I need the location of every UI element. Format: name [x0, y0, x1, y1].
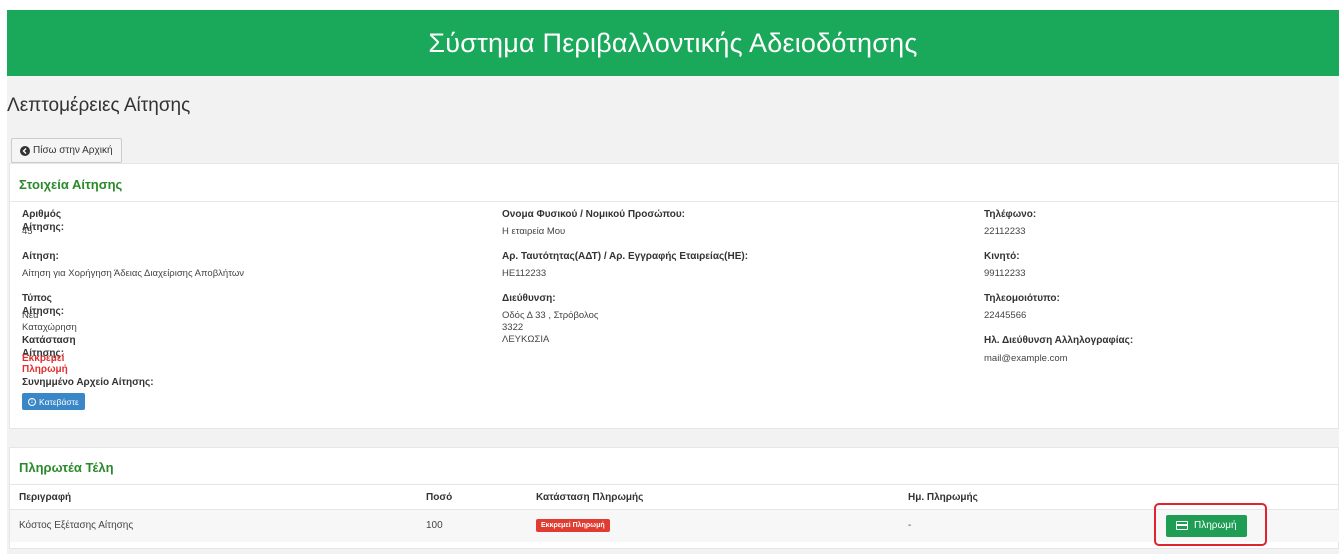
application-details-panel: Στοιχεία Αίτησης Αριθμός Αίτησης: 45 Αίτ…	[9, 163, 1339, 429]
status-pending-payment: Εκκρεμεί Πληρωμή	[22, 353, 68, 375]
cell-action: Πληρωμή	[1166, 509, 1339, 542]
field-id-number: Αρ. Ταυτότητας(ΑΔΤ) / Αρ. Εγγραφής Εταιρ…	[502, 250, 902, 280]
cell-payment-status: Εκκρεμεί Πληρωμή	[527, 509, 899, 542]
fees-panel: Πληρωτέα Τέλη Περιγραφή Ποσό Κατάσταση Π…	[9, 447, 1339, 549]
field-phone: Τηλέφωνο: 22112233	[984, 208, 1284, 238]
field-email: Ηλ. Διεύθυνση Αλληλογραφίας: mail@exampl…	[984, 334, 1284, 365]
column-header-payment-status: Κατάσταση Πληρωμής	[527, 484, 899, 510]
field-label: Διεύθυνση:	[502, 293, 556, 304]
column-header-description: Περιγραφή	[10, 484, 417, 510]
field-application-number: Αριθμός Αίτησης: 45	[22, 208, 64, 238]
pay-button[interactable]: Πληρωμή	[1166, 514, 1247, 537]
arrow-left-circle-icon	[20, 145, 30, 156]
table-header-row: Περιγραφή Ποσό Κατάσταση Πληρωμής Ημ. Πλ…	[10, 484, 1339, 510]
field-label: Κατάσταση Αίτησης:	[22, 335, 76, 359]
address-line-3: ΛΕΥΚΩΣΙΑ	[502, 334, 550, 345]
field-label: Τύπος Αίτησης:	[22, 293, 65, 317]
field-value: 22445566	[984, 310, 1027, 321]
download-button-label: Κατεβάστε	[39, 396, 79, 407]
field-label: Αίτηση:	[22, 251, 59, 262]
column-header-amount: Ποσό	[417, 484, 527, 510]
app-title: Σύστημα Περιβαλλοντικής Αδειοδότησης	[428, 27, 918, 58]
field-mobile: Κινητό: 99112233	[984, 250, 1284, 280]
field-address: Διεύθυνση: Οδός Δ 33 , Στρόβολος 3322 ΛΕ…	[502, 292, 802, 346]
column-header-action	[1169, 484, 1339, 510]
download-circle-icon: ↓	[28, 397, 36, 406]
status-badge: Εκκρεμεί Πληρωμή	[536, 519, 610, 533]
field-value: mail@example.com	[984, 353, 1068, 364]
fees-table: Περιγραφή Ποσό Κατάσταση Πληρωμής Ημ. Πλ…	[10, 484, 1339, 542]
details-panel-title: Στοιχεία Αίτησης	[19, 177, 123, 192]
cell-amount: 100	[417, 509, 527, 542]
field-label: Αρ. Ταυτότητας(ΑΔΤ) / Αρ. Εγγραφής Εταιρ…	[502, 251, 749, 262]
field-label: Τηλεομοιότυπο:	[984, 293, 1060, 304]
field-application: Αίτηση: Αίτηση για Χορήγηση Άδειας Διαχε…	[22, 250, 422, 280]
field-label: Κινητό:	[984, 251, 1020, 262]
divider	[10, 201, 1338, 202]
download-button[interactable]: ↓ Κατεβάστε	[22, 393, 85, 410]
field-label: Ονομα Φυσικού / Νομικού Προσώπου:	[502, 209, 685, 220]
field-label: Τηλέφωνο:	[984, 209, 1037, 220]
page-title: Λεπτομέρειες Αίτησης	[7, 95, 191, 116]
field-value: 22112233	[984, 226, 1026, 237]
pay-button-label: Πληρωμή	[1194, 520, 1237, 532]
back-to-home-button[interactable]: Πίσω στην Αρχική	[11, 138, 122, 163]
field-value: ΗΕ112233	[502, 268, 547, 279]
address-line-1: Οδός Δ 33 , Στρόβολος	[502, 310, 599, 321]
field-value: Αίτηση για Χορήγηση Άδειας Διαχείρισης Α…	[22, 268, 244, 279]
field-attached-file: Συνημμένο Αρχείο Αίτησης: ↓ Κατεβάστε	[22, 376, 322, 410]
column-header-payment-date: Ημ. Πληρωμής	[899, 484, 1169, 510]
field-label: Συνημμένο Αρχείο Αίτησης:	[22, 377, 154, 388]
app-header: Σύστημα Περιβαλλοντικής Αδειοδότησης	[7, 10, 1339, 76]
table-row: Κόστος Εξέτασης Αίτησης 100 Εκκρεμεί Πλη…	[10, 509, 1339, 542]
field-fax: Τηλεομοιότυπο: 22445566	[984, 292, 1284, 322]
cell-description: Κόστος Εξέτασης Αίτησης	[10, 509, 417, 542]
field-value: 99112233	[984, 268, 1026, 279]
fees-panel-title: Πληρωτέα Τέλη	[19, 460, 114, 475]
field-label: Αριθμός Αίτησης:	[22, 209, 65, 233]
cell-payment-date: -	[899, 509, 1169, 542]
app-frame: Σύστημα Περιβαλλοντικής Αδειοδότησης Λεπ…	[7, 10, 1339, 554]
field-application-status: Κατάσταση Αίτησης: Εκκρεμεί Πληρωμή	[22, 334, 76, 375]
address-line-2: 3322	[502, 322, 524, 333]
credit-card-icon	[1176, 521, 1188, 531]
field-person-name: Ονομα Φυσικού / Νομικού Προσώπου: Η εται…	[502, 208, 902, 238]
field-application-type: Τύπος Αίτησης: Νέα Καταχώρηση	[22, 292, 77, 334]
field-label: Ηλ. Διεύθυνση Αλληλογραφίας:	[984, 335, 1134, 346]
field-value: Η εταιρεία Μου	[502, 226, 566, 237]
back-button-label: Πίσω στην Αρχική	[33, 145, 113, 156]
